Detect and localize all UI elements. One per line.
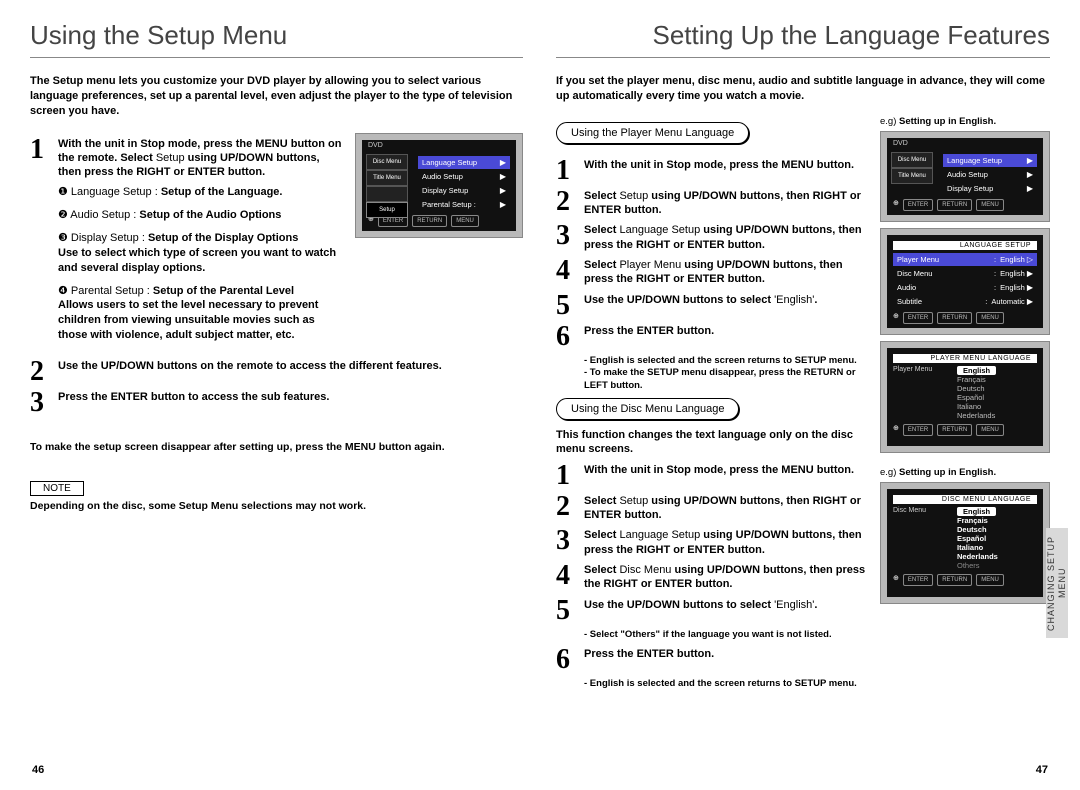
page-title-left: Using the Setup Menu (30, 20, 287, 50)
left-columns: 1 With the unit in Stop mode, press the … (30, 131, 523, 353)
disc-intro: This function changes the text language … (556, 428, 870, 457)
osd-setup: DVD Disc Menu Title Menu Setup Language … (355, 133, 523, 353)
osd-lang-setup: DVD Disc Menu Title Menu Language Setup▶… (880, 131, 1050, 222)
page-left: Using the Setup Menu The Setup menu lets… (14, 8, 540, 782)
spread: Using the Setup Menu The Setup menu lets… (0, 0, 1080, 790)
section-pill-disc: Using the Disc Menu Language (556, 398, 739, 420)
note-label: NOTE (30, 481, 84, 496)
step-1: 1 With the unit in Stop mode, press the … (30, 137, 343, 180)
side-tab: CHANGING SETUP MENU (1046, 528, 1068, 638)
eg-caption: e.g) Setting up in English. (880, 116, 1050, 127)
heading-bar-left: Using the Setup Menu (30, 18, 523, 58)
osd-frame: DVD Disc Menu Title Menu Setup Language … (355, 133, 523, 238)
osd-tab (366, 186, 408, 202)
foot-note: To make the setup screen disappear after… (30, 441, 523, 455)
osd-disc-menu-language: DISC MENU LANGUAGE Disc Menu English Fra… (880, 482, 1050, 604)
osd-tab: Setup (366, 202, 408, 218)
page-title-right: Setting Up the Language Features (652, 20, 1050, 50)
step-3: 3 Press the ENTER button to access the s… (30, 390, 523, 415)
page-number: 46 (32, 764, 44, 776)
right-columns: Using the Player Menu Language 1 With th… (556, 116, 1050, 691)
heading-bar-right: Setting Up the Language Features (556, 18, 1050, 58)
sub-bullets: ❶ Language Setup : Setup of the Language… (58, 185, 343, 343)
step-body: With the unit in Stop mode, press the ME… (58, 137, 343, 180)
step-num: 1 (30, 137, 54, 162)
right-side: e.g) Setting up in English. DVD Disc Men… (880, 116, 1050, 691)
page-number: 47 (1036, 764, 1048, 776)
sub-note: - English is selected and the screen ret… (584, 355, 870, 392)
step-2: 2 Use the UP/DOWN buttons on the remote … (30, 359, 523, 384)
osd-tab: Disc Menu (366, 154, 408, 170)
page-right: Setting Up the Language Features If you … (540, 8, 1066, 782)
osd-inner: DVD Disc Menu Title Menu Setup Language … (362, 140, 516, 231)
left-text-col: 1 With the unit in Stop mode, press the … (30, 131, 343, 353)
intro-left: The Setup menu lets you customize your D… (30, 74, 523, 119)
osd-language-setup-list: LANGUAGE SETUP Player Menu:English ▷ Dis… (880, 228, 1050, 335)
osd-player-menu-language: PLAYER MENU LANGUAGE Player Menu English… (880, 341, 1050, 453)
right-main: Using the Player Menu Language 1 With th… (556, 116, 870, 691)
intro-right: If you set the player menu, disc menu, a… (556, 74, 1050, 104)
eg-caption-2: e.g) Setting up in English. (880, 467, 1050, 478)
note-text: Depending on the disc, some Setup Menu s… (30, 500, 523, 512)
osd-tab: Title Menu (366, 170, 408, 186)
section-pill-player: Using the Player Menu Language (556, 122, 749, 144)
